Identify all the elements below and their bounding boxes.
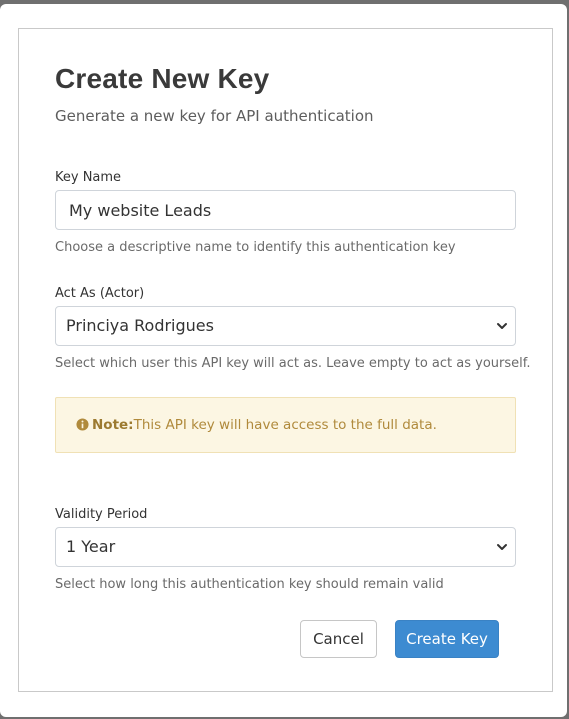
note-alert: Note:This API key will have access to th… xyxy=(55,397,516,453)
create-key-modal: Create New Key Generate a new key for AP… xyxy=(0,4,567,717)
chevron-down-icon xyxy=(497,544,507,550)
chevron-down-icon xyxy=(497,323,507,329)
validity-selected-value: 1 Year xyxy=(66,537,116,556)
validity-label: Validity Period xyxy=(55,507,148,522)
validity-select[interactable]: 1 Year xyxy=(55,527,516,567)
key-name-help: Choose a descriptive name to identify th… xyxy=(55,240,456,255)
act-as-help: Select which user this API key will act … xyxy=(55,356,531,371)
act-as-label: Act As (Actor) xyxy=(55,286,145,301)
note-text: This API key will have access to the ful… xyxy=(133,417,437,433)
info-circle-icon xyxy=(76,418,89,431)
cancel-button[interactable]: Cancel xyxy=(300,620,377,658)
validity-help: Select how long this authentication key … xyxy=(55,577,444,592)
key-name-label: Key Name xyxy=(55,170,122,185)
act-as-select[interactable]: Princiya Rodrigues xyxy=(55,306,516,346)
note-label: Note: xyxy=(92,417,134,433)
act-as-selected-value: Princiya Rodrigues xyxy=(66,316,214,335)
create-key-button[interactable]: Create Key xyxy=(395,620,499,658)
modal-content: Create New Key Generate a new key for AP… xyxy=(18,28,553,692)
key-name-input[interactable] xyxy=(55,190,516,230)
modal-subtitle: Generate a new key for API authenticatio… xyxy=(55,107,374,125)
modal-title: Create New Key xyxy=(55,63,270,94)
note-content: Note:This API key will have access to th… xyxy=(76,417,437,433)
